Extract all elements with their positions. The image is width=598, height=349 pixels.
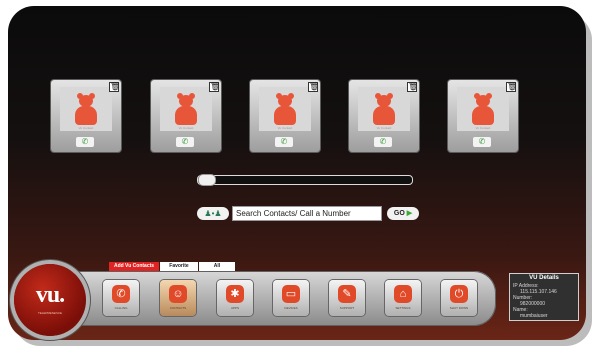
vu-details-panel: VU Details IP Address: 115.115.107.146 N… <box>509 273 579 321</box>
contact-name: Vu Contact <box>277 126 293 130</box>
dock-label: APPS <box>230 306 239 310</box>
contacts-scroll-slider[interactable] <box>197 175 413 185</box>
apps-button[interactable]: ✱ APPS <box>217 280 253 316</box>
avatar-icon <box>372 93 396 125</box>
tab-favorite[interactable]: Favorite <box>160 262 198 271</box>
vu-logo: vu. TELEPRESENCE <box>14 264 86 336</box>
support-icon: ✎ <box>338 285 356 303</box>
contact-name: Vu Contact <box>178 126 194 130</box>
dock-label: SHUT DOWN <box>449 306 469 310</box>
contacts-button[interactable]: ☺ CONTACTS <box>160 280 196 316</box>
settings-button[interactable]: ⌂ SETTINGS <box>385 280 421 316</box>
phone-icon[interactable]: ✆ <box>275 137 293 147</box>
contact-photo: Vu Contact <box>259 87 311 131</box>
contact-photo: Vu Contact <box>358 87 410 131</box>
dock-label: SUPPORT <box>339 306 355 310</box>
contacts-icon: ☺ <box>169 285 187 303</box>
contact-card[interactable]: Vu Contact 🗑 ✆ <box>151 80 221 152</box>
contact-photo: Vu Contact <box>160 87 212 131</box>
trash-icon[interactable]: 🗑 <box>506 82 517 92</box>
vu-details-title: VU Details <box>529 275 559 281</box>
contact-card[interactable]: Vu Contact 🗑 ✆ <box>448 80 518 152</box>
settings-icon: ⌂ <box>394 285 412 303</box>
contact-name: Vu Contact <box>78 126 94 130</box>
trash-icon[interactable]: 🗑 <box>308 82 319 92</box>
avatar-icon <box>174 93 198 125</box>
contact-card[interactable]: Vu Contact 🗑 ✆ <box>51 80 121 152</box>
slider-thumb[interactable] <box>198 174 216 186</box>
name-value: mumbaiuser <box>520 313 548 319</box>
apps-icon: ✱ <box>226 285 244 303</box>
go-label: GO <box>393 210 405 217</box>
phone-icon[interactable]: ✆ <box>76 137 94 147</box>
dock-label: CALLING <box>114 306 128 310</box>
contacts-icon[interactable]: ♟•♟ <box>197 207 229 220</box>
trash-icon[interactable]: 🗑 <box>109 82 120 92</box>
dock-label: SETTINGS <box>395 306 411 310</box>
phone-icon[interactable]: ✆ <box>374 137 392 147</box>
contact-card[interactable]: Vu Contact 🗑 ✆ <box>250 80 320 152</box>
trash-icon[interactable]: 🗑 <box>209 82 220 92</box>
logo-subtitle: TELEPRESENCE <box>37 311 62 315</box>
device-icon: ▭ <box>282 285 300 303</box>
tab-all[interactable]: All <box>199 262 235 271</box>
contact-name: Vu Contact <box>475 126 491 130</box>
play-arrow-icon: ▶ <box>406 210 413 217</box>
tab-add-vu-contacts[interactable]: Add Vu Contacts <box>109 262 159 271</box>
avatar-icon <box>273 93 297 125</box>
phone-icon: ✆ <box>112 285 130 303</box>
contact-photo: Vu Contact <box>457 87 509 131</box>
devices-button[interactable]: ▭ DEVICES <box>273 280 309 316</box>
shutdown-button[interactable]: ⏻ SHUT DOWN <box>441 280 477 316</box>
dock-label: DEVICES <box>284 306 298 310</box>
avatar-icon <box>74 93 98 125</box>
power-icon: ⏻ <box>450 285 468 303</box>
avatar-icon <box>471 93 495 125</box>
contact-name: Vu Contact <box>376 126 392 130</box>
search-input[interactable] <box>232 206 382 221</box>
phone-icon[interactable]: ✆ <box>473 137 491 147</box>
contact-photo: Vu Contact <box>60 87 112 131</box>
app-dock <box>24 271 496 326</box>
trash-icon[interactable]: 🗑 <box>407 82 418 92</box>
phone-icon[interactable]: ✆ <box>176 137 194 147</box>
dock-label: CONTACTS <box>169 306 187 310</box>
go-button[interactable]: GO ▶ <box>387 207 419 220</box>
support-button[interactable]: ✎ SUPPORT <box>329 280 365 316</box>
contact-card[interactable]: Vu Contact 🗑 ✆ <box>349 80 419 152</box>
calling-button[interactable]: ✆ CALLING <box>103 280 139 316</box>
logo-text: vu. <box>35 282 65 308</box>
